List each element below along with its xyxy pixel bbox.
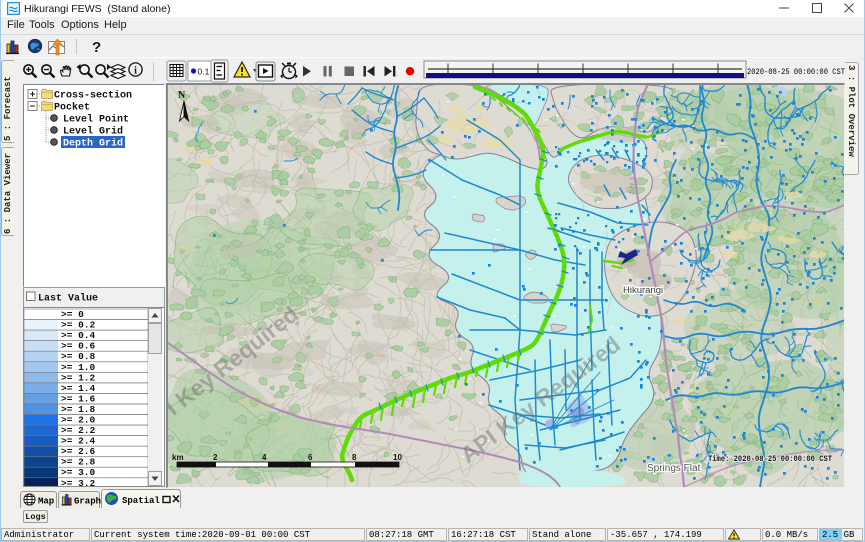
svg-text:6: 6 (308, 453, 313, 462)
svg-text:Hikurangi: Hikurangi (623, 285, 663, 296)
svg-text:>= 2.6: >= 2.6 (61, 446, 96, 457)
svg-text:>= 3.2: >= 3.2 (61, 478, 96, 486)
svg-text:>= 0.4: >= 0.4 (61, 330, 96, 341)
svg-text:Springs Flat: Springs Flat (647, 463, 701, 474)
svg-text:Graph: Graph (74, 497, 101, 507)
svg-text:Time: 2020-08-25 00:00:00 CST: Time: 2020-08-25 00:00:00 CST (708, 454, 832, 464)
svg-text:>= 1.4: >= 1.4 (61, 383, 96, 394)
svg-text:Cross-section: Cross-section (54, 90, 132, 102)
svg-text:0.1: 0.1 (198, 67, 210, 77)
svg-text:>= 2.0: >= 2.0 (61, 415, 96, 426)
svg-text:>= 1.2: >= 1.2 (61, 372, 96, 383)
svg-text:8: 8 (352, 453, 357, 462)
svg-text:>= 0: >= 0 (61, 309, 84, 320)
svg-text:10: 10 (393, 453, 402, 462)
svg-text:Depth Grid: Depth Grid (63, 138, 123, 150)
svg-text:>= 1.6: >= 1.6 (61, 393, 96, 404)
svg-text:>= 2.2: >= 2.2 (61, 425, 96, 436)
svg-text:N: N (178, 90, 186, 101)
svg-text:>= 2.4: >= 2.4 (61, 436, 96, 447)
svg-text:>= 3.0: >= 3.0 (61, 467, 96, 478)
svg-text:2020-08-25 00:00:00 CST: 2020-08-25 00:00:00 CST (747, 67, 845, 77)
svg-text:Level Point: Level Point (63, 114, 129, 126)
svg-text:km: km (172, 453, 184, 462)
svg-text:4: 4 (262, 453, 267, 462)
svg-text:Last Value: Last Value (38, 293, 98, 305)
svg-text:>= 0.6: >= 0.6 (61, 341, 96, 352)
svg-text:>= 1.8: >= 1.8 (61, 404, 96, 415)
svg-text:Spatial: Spatial (122, 496, 160, 506)
svg-text:>= 0.2: >= 0.2 (61, 320, 96, 331)
svg-text:?: ? (92, 39, 101, 56)
svg-text:>= 2.8: >= 2.8 (61, 457, 96, 468)
svg-text:>= 0.8: >= 0.8 (61, 351, 96, 362)
svg-text:Pocket: Pocket (54, 102, 90, 114)
svg-text:Map: Map (38, 497, 54, 507)
svg-text:2: 2 (213, 453, 218, 462)
svg-text:>= 1.0: >= 1.0 (61, 362, 96, 373)
svg-text:i: i (134, 65, 137, 76)
svg-text:Level Grid: Level Grid (63, 126, 123, 138)
